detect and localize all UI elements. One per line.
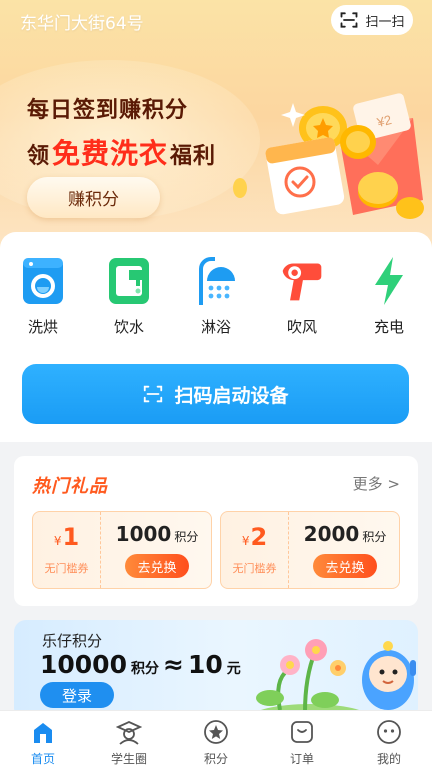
redeem-button[interactable]: 去兑换	[313, 554, 377, 578]
service-water[interactable]: 饮水	[99, 254, 159, 337]
approx-sign: ≈	[162, 650, 184, 679]
promo-highlight: 免费洗衣	[52, 137, 169, 170]
location-label[interactable]: 东华门大街64号	[20, 9, 144, 34]
earn-points-button[interactable]: 赚积分	[27, 177, 160, 218]
hot-gifts-card: 热门礼品 更多 > ¥1 无门槛券 1000 积分 去兑换 ¥2 无门槛券 200…	[14, 456, 418, 606]
scan-icon	[341, 12, 358, 28]
shower-icon	[193, 254, 239, 308]
water-dispenser-icon	[106, 254, 152, 308]
tab-points[interactable]: 积分	[181, 719, 251, 767]
promo-suffix: 福利	[170, 144, 217, 169]
calendar-coins-illustration: ¥2	[233, 93, 424, 219]
lightning-icon	[366, 254, 412, 308]
service-label: 淋浴	[200, 318, 231, 336]
service-shower[interactable]: 淋浴	[186, 254, 246, 337]
points-amount: 10000	[40, 650, 127, 679]
tab-student-circle[interactable]: 学生圈	[94, 719, 164, 767]
service-charge[interactable]: 充电	[359, 254, 419, 337]
home-icon	[34, 723, 52, 743]
scan-start-label: 扫码启动设备	[174, 384, 289, 407]
tab-label: 首页	[30, 752, 55, 766]
promo-headline: 每日签到赚积分	[27, 98, 189, 123]
scan-icon	[144, 385, 163, 403]
points-star-icon	[204, 720, 228, 744]
points-card[interactable]: 乐仔积分 10000 积分 ≈ 10 元 登录	[14, 620, 418, 720]
bottom-tab-bar: 首页 学生圈 积分 订单 我的	[0, 710, 432, 768]
service-washer[interactable]: 洗烘	[13, 254, 73, 337]
points-rate: 10000 积分 ≈ 10 元	[40, 650, 241, 679]
student-icon	[116, 721, 142, 745]
tab-orders[interactable]: 订单	[267, 719, 337, 767]
coupon-condition: 无门槛券	[232, 562, 277, 575]
redeem-button[interactable]: 去兑换	[125, 554, 189, 578]
promo-prefix: 领	[27, 144, 51, 169]
washer-icon	[20, 254, 66, 308]
profile-icon	[377, 720, 401, 744]
tab-label: 积分	[203, 752, 228, 766]
yuan-amount: 10	[187, 650, 223, 679]
coupon-value: ¥1 无门槛券	[33, 512, 101, 588]
hair-dryer-icon	[279, 254, 325, 308]
service-label: 吹风	[286, 318, 317, 336]
coupon-card[interactable]: ¥1 无门槛券 1000 积分 去兑换	[32, 511, 212, 589]
coupon-currency: ¥	[53, 534, 62, 548]
login-button[interactable]: 登录	[40, 682, 114, 708]
coupon-card[interactable]: ¥2 无门槛券 2000 积分 去兑换	[220, 511, 400, 589]
more-link[interactable]: 更多 >	[353, 473, 400, 494]
mascot-flowers-illustration	[250, 639, 416, 720]
scan-start-device-button[interactable]: 扫码启动设备	[22, 364, 409, 424]
coupon-points-unit: 积分	[174, 530, 199, 544]
coupon-amount: 1	[62, 523, 80, 551]
coupon-amount: 2	[250, 523, 268, 551]
coupon-points: 1000	[115, 522, 172, 546]
scan-top-label: 扫一扫	[365, 14, 405, 30]
service-hairdryer[interactable]: 吹风	[272, 254, 332, 337]
service-label: 饮水	[113, 318, 144, 336]
service-label: 洗烘	[27, 318, 58, 336]
promo-banner[interactable]: 东华门大街64号 扫一扫 每日签到赚积分 领 免费洗衣 福利 赚积分 ¥2	[0, 0, 432, 260]
points-title: 乐仔积分	[42, 632, 103, 650]
services-card: 洗烘 饮水 淋浴 吹风 充电 扫码启动设备	[0, 232, 432, 442]
promo-subheadline: 领 免费洗衣 福利	[27, 132, 216, 172]
tab-label: 订单	[289, 752, 314, 766]
scan-top-button[interactable]: 扫一扫	[331, 5, 413, 35]
service-label: 充电	[373, 318, 404, 336]
coupon-value: ¥2 无门槛券	[221, 512, 289, 588]
yuan-unit: 元	[226, 661, 241, 677]
points-unit: 积分	[130, 661, 159, 677]
tab-home[interactable]: 首页	[8, 719, 78, 767]
coupon-points: 2000	[303, 522, 360, 546]
coupon-currency: ¥	[241, 534, 250, 548]
hot-gifts-title: 热门礼品	[32, 476, 108, 497]
tab-label: 学生圈	[110, 752, 147, 766]
order-icon	[291, 721, 313, 743]
coupon-condition: 无门槛券	[44, 562, 89, 575]
tab-label: 我的	[376, 752, 401, 766]
coupon-points-unit: 积分	[362, 530, 387, 544]
tab-profile[interactable]: 我的	[354, 719, 424, 767]
